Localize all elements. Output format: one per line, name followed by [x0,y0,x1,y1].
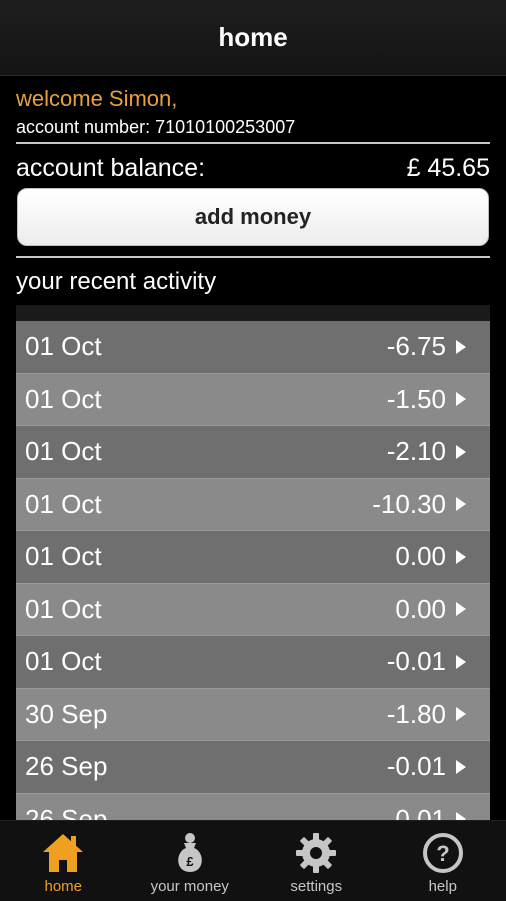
activity-date: 01 Oct [25,436,102,467]
activity-amount: -1.50 [387,384,446,415]
disclosure-arrow-icon [456,497,466,511]
activity-amount: -10.30 [372,489,446,520]
activity-row[interactable]: 01 Oct -10.30 [16,479,490,532]
activity-row[interactable]: 01 Oct -0.01 [16,636,490,689]
disclosure-arrow-icon [456,812,466,820]
tab-bar: home £ your money settings [0,820,506,901]
activity-row[interactable]: 01 Oct 0.00 [16,584,490,637]
activity-row[interactable]: 26 Sep 0.01 [16,794,490,821]
activity-date: 30 Sep [25,699,107,730]
disclosure-arrow-icon [456,550,466,564]
gear-icon [293,830,339,876]
disclosure-arrow-icon [456,707,466,721]
activity-row[interactable]: 26 Sep -0.01 [16,741,490,794]
activity-date: 01 Oct [25,646,102,677]
disclosure-arrow-icon [456,392,466,406]
tab-label: settings [290,878,342,895]
activity-row[interactable]: 01 Oct -6.75 [16,321,490,374]
activity-row[interactable]: 01 Oct 0.00 [16,531,490,584]
activity-amount: -2.10 [387,436,446,467]
disclosure-arrow-icon [456,445,466,459]
divider [16,256,490,258]
disclosure-arrow-icon [456,602,466,616]
home-icon [40,830,86,876]
tab-label: your money [151,878,229,895]
activity-date: 26 Sep [25,751,107,782]
activity-amount: -0.01 [387,646,446,677]
add-money-button[interactable]: add money [17,188,489,246]
activity-row[interactable]: 01 Oct -1.50 [16,374,490,427]
account-number: account number: 71010100253007 [16,117,295,138]
money-bag-icon: £ [167,830,213,876]
activity-amount: -6.75 [387,331,446,362]
activity-date: 01 Oct [25,541,102,572]
recent-activity-heading: your recent activity [16,268,216,296]
tab-home[interactable]: home [0,821,127,901]
activity-amount: 0.00 [395,594,446,625]
tab-label: help [429,878,457,895]
help-icon: ? [420,830,466,876]
activity-date: 26 Sep [25,804,107,820]
welcome-message: welcome Simon, [16,86,177,112]
activity-amount: 0.01 [395,804,446,820]
balance-label: account balance: [16,154,205,183]
disclosure-arrow-icon [456,760,466,774]
activity-date: 01 Oct [25,384,102,415]
title-bar: home [0,0,506,76]
page-title: home [218,22,287,53]
tab-label: home [44,878,82,895]
tab-your-money[interactable]: £ your money [127,821,254,901]
svg-text:£: £ [186,854,194,869]
activity-date: 01 Oct [25,594,102,625]
tab-help[interactable]: ? help [380,821,506,901]
activity-amount: -0.01 [387,751,446,782]
activity-list[interactable]: 01 Oct -6.75 01 Oct -1.50 01 Oct -2.10 0… [16,321,490,820]
tab-settings[interactable]: settings [253,821,380,901]
activity-amount: 0.00 [395,541,446,572]
activity-row[interactable]: 01 Oct -2.10 [16,426,490,479]
disclosure-arrow-icon [456,340,466,354]
disclosure-arrow-icon [456,655,466,669]
balance-value: £ 45.65 [407,154,490,183]
activity-date: 01 Oct [25,489,102,520]
activity-row[interactable]: 30 Sep -1.80 [16,689,490,742]
divider [16,142,490,144]
svg-text:?: ? [436,841,449,866]
activity-date: 01 Oct [25,331,102,362]
activity-amount: -1.80 [387,699,446,730]
list-header-strip [16,305,490,321]
